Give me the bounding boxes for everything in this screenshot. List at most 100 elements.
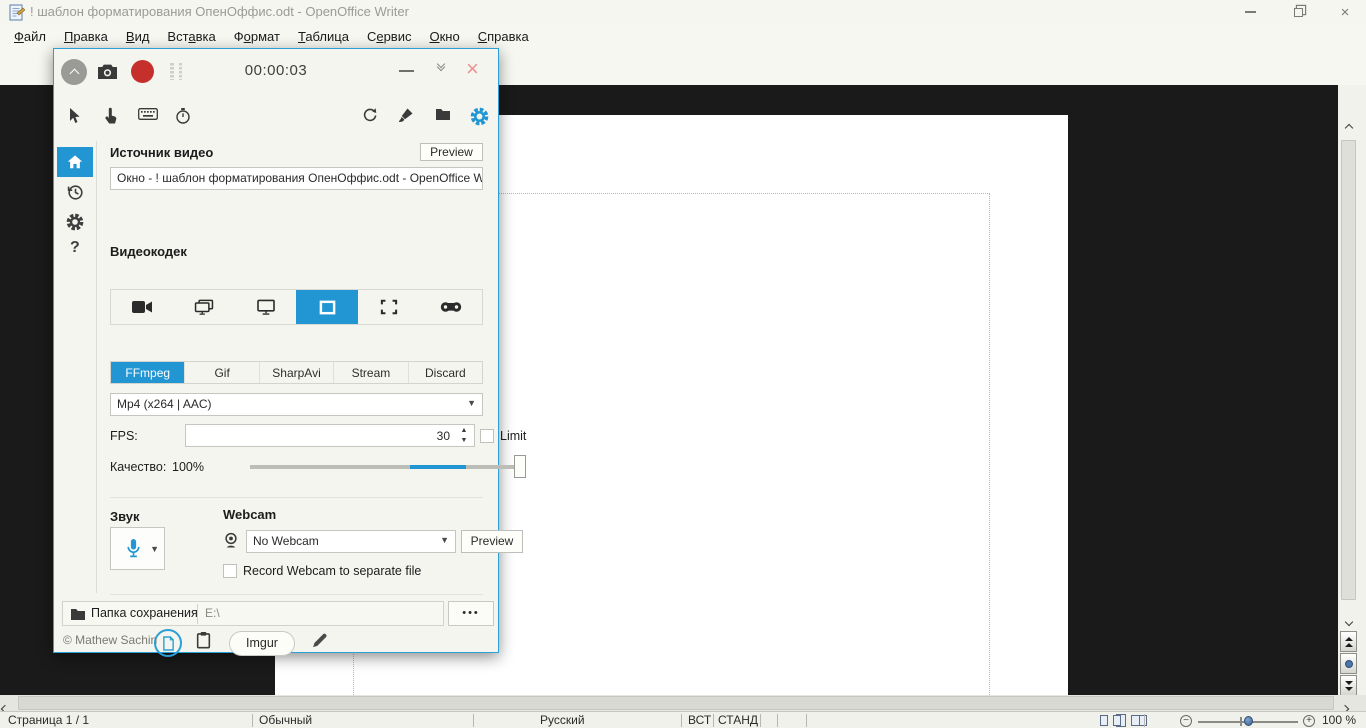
- quality-slider-track[interactable]: [250, 465, 526, 469]
- history-clock-icon: [66, 183, 84, 201]
- scroll-down-arrow[interactable]: [1340, 612, 1357, 628]
- timer-delay-icon[interactable]: [175, 107, 193, 127]
- folder-icon: [70, 607, 86, 626]
- single-page-view-icon[interactable]: [1100, 715, 1108, 726]
- horizontal-scrollbar-thumb[interactable]: [18, 696, 1334, 710]
- file-icon: [162, 636, 175, 651]
- sidebar-history-button[interactable]: [66, 183, 84, 201]
- multi-page-view-icon[interactable]: [1113, 715, 1121, 726]
- menu-item-0[interactable]: Файл: [5, 27, 55, 46]
- source-screen-only-button[interactable]: [111, 290, 173, 324]
- page-style[interactable]: Обычный: [259, 713, 312, 728]
- game-controller-icon: [440, 301, 462, 313]
- microphone-icon: [125, 538, 142, 559]
- paint-brush-icon[interactable]: [398, 107, 416, 127]
- previous-page-button[interactable]: [1340, 631, 1357, 652]
- edit-pencil-icon[interactable]: [311, 632, 328, 654]
- selection-mode[interactable]: СТАНД: [718, 713, 758, 728]
- source-preview-button[interactable]: Preview: [420, 143, 483, 161]
- fps-value: 30: [437, 429, 450, 443]
- zoom-in-icon[interactable]: +: [1303, 715, 1315, 727]
- screenshot-to-file-button[interactable]: [154, 629, 182, 657]
- sidebar-settings-button[interactable]: [66, 213, 84, 231]
- menu-item-2[interactable]: Вид: [117, 27, 159, 46]
- codec-tab-sharpavi[interactable]: SharpAvi: [260, 362, 334, 383]
- video-source-select[interactable]: Окно - ! шаблон форматирования ОпенОффис…: [110, 167, 483, 190]
- keystrokes-icon[interactable]: [138, 107, 156, 127]
- captura-minimize-button[interactable]: [399, 70, 414, 72]
- next-page-button[interactable]: [1340, 675, 1357, 696]
- settings-gear-icon[interactable]: [470, 107, 488, 127]
- fps-spinner[interactable]: 30 ▲▼: [185, 424, 475, 447]
- horizontal-scrollbar[interactable]: [0, 695, 1366, 711]
- zoom-slider-thumb[interactable]: [1244, 716, 1253, 726]
- spinner-arrows-icon[interactable]: ▲▼: [457, 426, 471, 446]
- codec-tab-discard[interactable]: Discard: [409, 362, 482, 383]
- fps-label: FPS:: [110, 429, 138, 443]
- captura-window: 00:00:03 ×: [53, 48, 499, 653]
- clipboard-icon: [196, 631, 211, 649]
- screenshot-to-clipboard-button[interactable]: [196, 631, 211, 654]
- writer-app-icon: [8, 4, 25, 21]
- minimize-button[interactable]: [1235, 0, 1265, 24]
- refresh-icon[interactable]: [362, 107, 380, 127]
- page-indicator[interactable]: Страница 1 / 1: [8, 713, 89, 728]
- record-webcam-separate-checkbox[interactable]: [223, 564, 237, 578]
- browse-folder-button[interactable]: •••: [448, 601, 494, 626]
- source-monitor-button[interactable]: [235, 290, 297, 324]
- home-icon: [66, 153, 84, 171]
- webcam-heading: Webcam: [223, 507, 276, 522]
- output-folder-icon[interactable]: [435, 107, 453, 127]
- record-webcam-separate-label: Record Webcam to separate file: [243, 564, 421, 578]
- codec-tab-ffmpeg[interactable]: FFmpeg: [111, 362, 185, 383]
- zoom-out-icon[interactable]: −: [1180, 715, 1192, 727]
- cursor-icon[interactable]: [66, 107, 84, 127]
- sidebar-help-button[interactable]: ?: [70, 239, 80, 257]
- captura-close-button[interactable]: ×: [466, 56, 479, 82]
- imgur-button[interactable]: Imgur: [229, 631, 295, 656]
- chevron-down-icon: ▼: [440, 535, 449, 545]
- sidebar-home-button[interactable]: [57, 147, 93, 177]
- codec-format-select[interactable]: Mp4 (x264 | AAC) ▼: [110, 393, 483, 416]
- restore-button[interactable]: [1283, 0, 1313, 24]
- scroll-up-arrow[interactable]: [1340, 118, 1357, 134]
- menu-item-8[interactable]: Справка: [469, 27, 538, 46]
- fps-limit-checkbox[interactable]: [480, 429, 494, 443]
- save-folder-path[interactable]: E:\: [205, 606, 220, 620]
- source-all-screens-button[interactable]: [173, 290, 235, 324]
- codec-tab-gif[interactable]: Gif: [185, 362, 259, 383]
- insert-mode[interactable]: ВСТ: [688, 713, 711, 728]
- zoom-level[interactable]: 100 %: [1322, 713, 1356, 728]
- captura-main-panel: Источник видео Preview Окно - ! шаблон ф…: [96, 141, 500, 601]
- window-titlebar: ! шаблон форматирования ОпенОффис.odt - …: [0, 0, 1366, 25]
- source-window-button[interactable]: [296, 290, 358, 324]
- menu-item-3[interactable]: Вставка: [158, 27, 224, 46]
- captura-titlebar: 00:00:03 ×: [54, 49, 498, 95]
- language-indicator[interactable]: Русский: [540, 713, 585, 728]
- menu-item-6[interactable]: Сервис: [358, 27, 421, 46]
- webcam-preview-button[interactable]: Preview: [461, 530, 523, 553]
- vertical-scrollbar-thumb[interactable]: [1341, 140, 1356, 600]
- menu-item-5[interactable]: Таблица: [289, 27, 358, 46]
- window-icon: [318, 299, 337, 316]
- clicks-icon[interactable]: [102, 107, 120, 127]
- source-no-video-button[interactable]: [420, 290, 482, 324]
- menu-item-4[interactable]: Формат: [225, 27, 289, 46]
- codec-tab-stream[interactable]: Stream: [334, 362, 408, 383]
- menu-item-1[interactable]: Правка: [55, 27, 117, 46]
- navigation-button[interactable]: [1340, 653, 1357, 674]
- save-folder-label: Папка сохранения: [91, 606, 198, 620]
- quality-label: Качество:: [110, 460, 166, 474]
- collapse-button[interactable]: [433, 61, 449, 67]
- vertical-scrollbar[interactable]: [1340, 85, 1357, 695]
- webcam-select[interactable]: No Webcam ▼: [246, 530, 456, 553]
- statusbar: Страница 1 / 1 Обычный Русский ВСТ СТАНД…: [0, 711, 1366, 728]
- quality-slider-handle[interactable]: [514, 455, 526, 478]
- window-title: ! шаблон форматирования ОпенОффис.odt - …: [30, 4, 409, 19]
- captura-footer-credit: © Mathew Sachin: [63, 633, 157, 647]
- menu-item-7[interactable]: Окно: [420, 27, 468, 46]
- source-region-button[interactable]: [358, 290, 420, 324]
- captura-sidebar: ?: [54, 141, 96, 601]
- microphone-button[interactable]: ▼: [110, 527, 165, 570]
- close-button[interactable]: ×: [1330, 0, 1360, 24]
